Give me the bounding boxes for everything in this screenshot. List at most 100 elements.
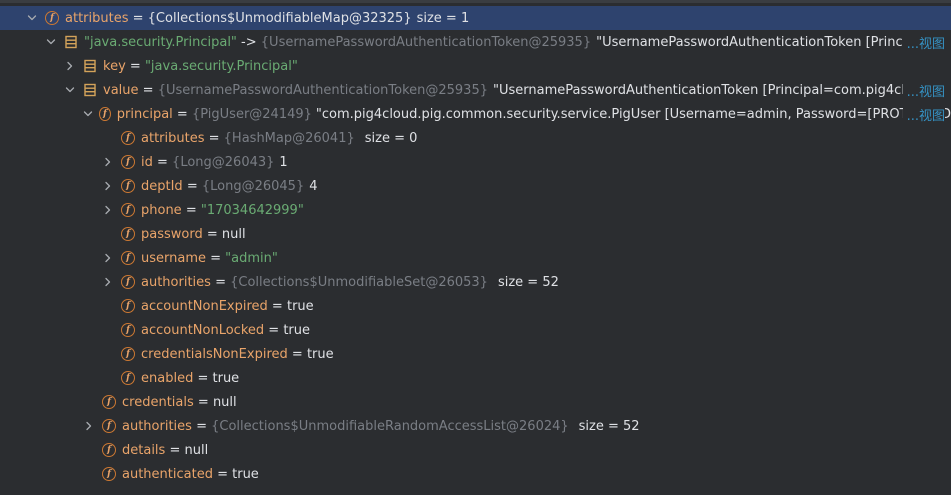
- separator: =: [264, 322, 284, 338]
- separator: =: [172, 106, 192, 122]
- variable-value: "admin": [225, 250, 278, 266]
- variable-value: "com.pig4cloud.pig.common.security.servi…: [315, 106, 951, 122]
- tree-row[interactable]: f credentialsNonExpired = true: [0, 342, 951, 366]
- variable-value: "UsernamePasswordAuthenticationToken [Pr…: [596, 34, 945, 50]
- variable-name: authorities: [122, 418, 192, 434]
- field-icon: f: [121, 299, 135, 313]
- separator: =: [138, 82, 158, 98]
- chevron-right-icon[interactable]: [63, 59, 77, 73]
- variable-value: true: [232, 466, 259, 482]
- tree-row[interactable]: f details = null: [0, 438, 951, 462]
- tree-row[interactable]: f credentials = null: [0, 390, 951, 414]
- separator: =: [125, 58, 145, 74]
- separator: =: [182, 178, 202, 194]
- variable-value: true: [283, 322, 310, 338]
- variable-name: "java.security.Principal": [84, 34, 237, 50]
- object-reference: {Long@26043}: [172, 154, 275, 170]
- field-icon: f: [121, 179, 135, 193]
- variable-name: attributes: [141, 130, 205, 146]
- field-icon: f: [121, 251, 135, 265]
- chevron-right-icon[interactable]: [101, 275, 115, 289]
- size-label: size = 1: [416, 10, 470, 26]
- chevron-right-icon[interactable]: [101, 179, 115, 193]
- tree-row[interactable]: f attributes = {Collections$UnmodifiableM…: [0, 6, 951, 30]
- separator: =: [210, 274, 231, 290]
- chevron-down-icon[interactable]: [25, 11, 39, 25]
- tree-row[interactable]: "java.security.Principal" -> {UsernamePa…: [0, 30, 951, 54]
- variable-name: username: [141, 250, 206, 266]
- chevron-down-icon[interactable]: [82, 107, 93, 121]
- separator: =: [128, 10, 148, 26]
- field-icon: f: [99, 107, 111, 121]
- tree-row[interactable]: f id = {Long@26043} 1: [0, 150, 951, 174]
- separator: =: [165, 442, 185, 458]
- variables-tree: f attributes = {Collections$UnmodifiableM…: [0, 0, 951, 495]
- variable-name: details: [122, 442, 166, 458]
- variable-value: null: [212, 394, 237, 410]
- tree-row[interactable]: f authenticated = true: [0, 462, 951, 486]
- chevron-right-icon[interactable]: [101, 251, 115, 265]
- tree-row[interactable]: f phone = "17034642999": [0, 198, 951, 222]
- tree-row[interactable]: f deptId = {Long@26045} 4: [0, 174, 951, 198]
- variable-name: enabled: [141, 370, 194, 386]
- chevron-right-icon[interactable]: [82, 419, 96, 433]
- tree-row[interactable]: f password = null: [0, 222, 951, 246]
- separator: =: [193, 370, 213, 386]
- variable-name: credentialsNonExpired: [141, 346, 288, 362]
- tree-row[interactable]: f username = "admin": [0, 246, 951, 270]
- chevron-right-icon[interactable]: [101, 155, 115, 169]
- variable-name: credentials: [122, 394, 194, 410]
- separator: =: [152, 154, 173, 170]
- tree-row[interactable]: f principal = {PigUser@24149} "com.pig4clo…: [0, 102, 951, 126]
- separator: =: [202, 226, 222, 242]
- variable-name: accountNonExpired: [141, 298, 268, 314]
- view-link[interactable]: ...视图: [902, 80, 945, 100]
- tree-row[interactable]: f authorities = {Collections$Unmodifiable…: [0, 414, 951, 438]
- variable-name: authenticated: [122, 466, 213, 482]
- variable-value: {Collections$UnmodifiableMap@32325}: [147, 10, 412, 26]
- variable-value: null: [221, 226, 246, 242]
- tree-row[interactable]: f accountNonExpired = true: [0, 294, 951, 318]
- chevron-down-icon[interactable]: [63, 83, 77, 97]
- variable-value: 1: [279, 154, 288, 170]
- object-reference: {UsernamePasswordAuthenticationToken@259…: [260, 34, 592, 50]
- view-link[interactable]: ...视图: [902, 32, 945, 52]
- separator: =: [206, 250, 226, 266]
- object-reference: {PigUser@24149}: [191, 106, 312, 122]
- tree-row[interactable]: f attributes = {HashMap@26041} size = 0: [0, 126, 951, 150]
- separator: =: [212, 466, 233, 482]
- tree-row[interactable]: f enabled = true: [0, 366, 951, 390]
- field-icon: f: [121, 203, 135, 217]
- top-border: [0, 0, 951, 3]
- chevron-right-icon[interactable]: [101, 203, 115, 217]
- map-entry-icon: [83, 59, 97, 73]
- variable-name: accountNonLocked: [141, 322, 265, 338]
- tree-row[interactable]: f authorities = {Collections$Unmodifiable…: [0, 270, 951, 294]
- variable-value: true: [306, 346, 334, 362]
- variable-value: true: [286, 298, 314, 314]
- field-icon: f: [121, 371, 135, 385]
- size-label: size = 0: [364, 130, 418, 146]
- variable-name: deptId: [141, 178, 183, 194]
- variable-name: key: [103, 58, 126, 74]
- tree-row[interactable]: value = {UsernamePasswordAuthenticationT…: [0, 78, 951, 102]
- variable-name: phone: [141, 202, 182, 218]
- tree-row[interactable]: key = "java.security.Principal": [0, 54, 951, 78]
- chevron-down-icon[interactable]: [44, 35, 58, 49]
- variable-value: null: [184, 442, 209, 458]
- field-icon: f: [121, 227, 135, 241]
- variable-value: "17034642999": [200, 202, 304, 218]
- variable-value: "UsernamePasswordAuthenticationToken [Pr…: [493, 82, 946, 98]
- tree-row[interactable]: f accountNonLocked = true: [0, 318, 951, 342]
- view-link[interactable]: ...视图: [902, 104, 945, 124]
- field-icon: f: [102, 467, 116, 481]
- field-icon: f: [102, 443, 116, 457]
- variable-name: authorities: [141, 274, 211, 290]
- separator: =: [191, 418, 212, 434]
